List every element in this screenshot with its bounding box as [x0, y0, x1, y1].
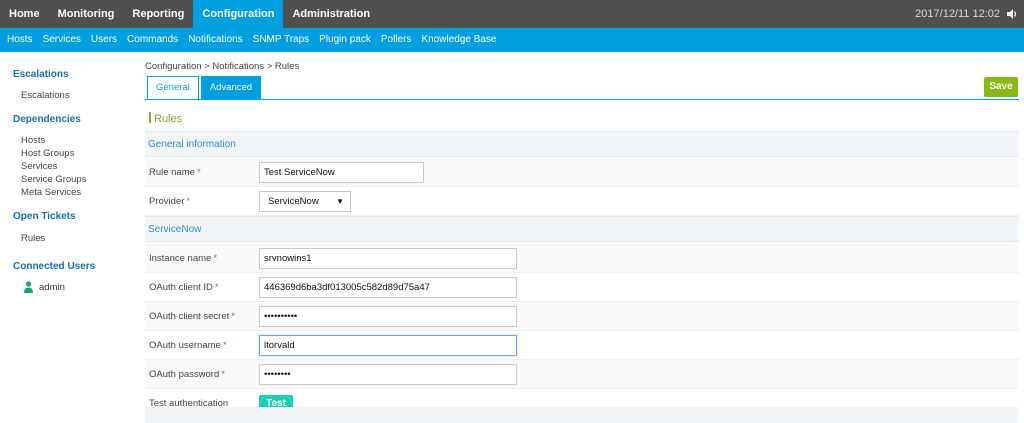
connected-user[interactable]: admin	[24, 281, 65, 293]
subnav-plugin-pack[interactable]: Plugin pack	[314, 28, 376, 52]
breadcrumb: Configuration > Notifications > Rules	[145, 61, 300, 72]
section-general-information: General information	[145, 131, 1019, 157]
chevron-down-icon: ▼	[336, 197, 344, 206]
rule-name-input[interactable]: Test ServiceNow	[259, 162, 424, 183]
sidebar-item-escalations[interactable]: Escalations	[21, 90, 70, 101]
row-oauth-client-id: OAuth client ID * 446369d6ba3df013005c582…	[145, 273, 1019, 302]
instance-name-label: Instance name *	[149, 253, 217, 264]
connected-user-name: admin	[39, 281, 65, 293]
nav-monitoring[interactable]: Monitoring	[49, 0, 124, 28]
oauth-client-id-label-text: OAuth client ID	[149, 282, 213, 293]
nav-administration[interactable]: Administration	[283, 0, 379, 28]
subnav-users[interactable]: Users	[86, 28, 122, 52]
sidebar: Escalations Escalations Dependencies Hos…	[0, 52, 140, 423]
oauth-password-input[interactable]: ••••••••	[259, 364, 517, 385]
sidebar-title-dependencies: Dependencies	[13, 114, 81, 125]
sidebar-item-service-groups[interactable]: Service Groups	[21, 174, 86, 185]
provider-select-value: ServiceNow	[268, 196, 319, 207]
row-rule-name: Rule name * Test ServiceNow	[145, 158, 1019, 187]
instance-name-input[interactable]: srvnowins1	[259, 248, 517, 269]
subnav-knowledge-base[interactable]: Knowledge Base	[416, 28, 501, 52]
tab-bar: General Advanced	[147, 76, 263, 100]
oauth-password-label-text: OAuth password	[149, 369, 220, 380]
sidebar-item-rules[interactable]: Rules	[21, 233, 45, 244]
sidebar-item-services[interactable]: Services	[21, 161, 57, 172]
oauth-username-input[interactable]: ltorvald	[259, 335, 517, 356]
top-navigation-bar: Home Monitoring Reporting Configuration …	[0, 0, 1024, 28]
required-marker: *	[221, 369, 225, 380]
main-content: Configuration > Notifications > Rules Ge…	[145, 52, 1024, 423]
required-marker: *	[214, 282, 219, 293]
nav-configuration[interactable]: Configuration	[193, 0, 284, 28]
sidebar-item-meta-services[interactable]: Meta Services	[21, 187, 81, 198]
row-instance-name: Instance name * srvnowins1	[145, 244, 1019, 273]
page-title-text: Rules	[154, 113, 183, 125]
subnav-snmp-traps[interactable]: SNMP Traps	[248, 28, 315, 52]
instance-name-label-text: Instance name	[149, 253, 212, 264]
oauth-username-label: OAuth username *	[149, 340, 227, 351]
subnav-hosts[interactable]: Hosts	[2, 28, 38, 52]
user-icon	[24, 281, 33, 293]
oauth-client-secret-label-text: OAuth client secret	[149, 311, 230, 322]
subnav-notifications[interactable]: Notifications	[183, 28, 247, 52]
row-oauth-client-secret: OAuth client secret * ••••••••••	[145, 302, 1019, 331]
row-oauth-password: OAuth password * ••••••••	[145, 360, 1019, 389]
title-bar-marker	[149, 112, 151, 123]
subnav-commands[interactable]: Commands	[122, 28, 183, 52]
tab-underline	[145, 99, 1019, 100]
required-marker: *	[231, 311, 235, 322]
oauth-client-secret-input[interactable]: ••••••••••	[259, 306, 517, 327]
row-oauth-username: OAuth username * ltorvald	[145, 331, 1019, 360]
required-marker: *	[196, 167, 201, 178]
oauth-password-label: OAuth password *	[149, 369, 225, 380]
row-provider: Provider * ServiceNow ▼	[145, 187, 1019, 216]
top-menu: Home Monitoring Reporting Configuration …	[0, 0, 379, 28]
tab-advanced[interactable]: Advanced	[200, 76, 262, 100]
clock: 2017/12/11 12:02	[915, 8, 1000, 20]
rule-name-label: Rule name *	[149, 167, 201, 178]
sidebar-item-hosts[interactable]: Hosts	[21, 135, 45, 146]
sidebar-title-escalations: Escalations	[13, 69, 69, 80]
nav-reporting[interactable]: Reporting	[123, 0, 193, 28]
oauth-client-id-label: OAuth client ID *	[149, 282, 219, 293]
speaker-icon[interactable]	[1006, 8, 1018, 20]
required-marker: *	[186, 196, 191, 207]
tab-general[interactable]: General	[147, 76, 199, 100]
form-footer-strip	[145, 407, 1019, 423]
section-servicenow: ServiceNow	[145, 216, 1019, 242]
oauth-username-label-text: OAuth username	[149, 340, 221, 351]
subnav-pollers[interactable]: Pollers	[376, 28, 417, 52]
nav-home[interactable]: Home	[0, 0, 49, 28]
oauth-client-secret-label: OAuth client secret *	[149, 311, 235, 322]
sidebar-title-connected-users: Connected Users	[13, 261, 96, 272]
provider-label: Provider *	[149, 196, 190, 207]
rule-name-label-text: Rule name	[149, 167, 195, 178]
sub-navigation-bar: Hosts Services Users Commands Notificati…	[0, 28, 1024, 52]
sidebar-title-open-tickets: Open Tickets	[13, 211, 76, 222]
subnav-services[interactable]: Services	[38, 28, 86, 52]
save-button[interactable]: Save	[984, 77, 1018, 97]
oauth-client-id-input[interactable]: 446369d6ba3df013005c582d89d75a47	[259, 277, 517, 298]
required-marker: *	[222, 340, 227, 351]
page-title: Rules	[149, 112, 182, 125]
provider-select[interactable]: ServiceNow ▼	[259, 191, 351, 212]
provider-label-text: Provider	[149, 196, 185, 207]
required-marker: *	[213, 253, 218, 264]
sidebar-item-host-groups[interactable]: Host Groups	[21, 148, 74, 159]
